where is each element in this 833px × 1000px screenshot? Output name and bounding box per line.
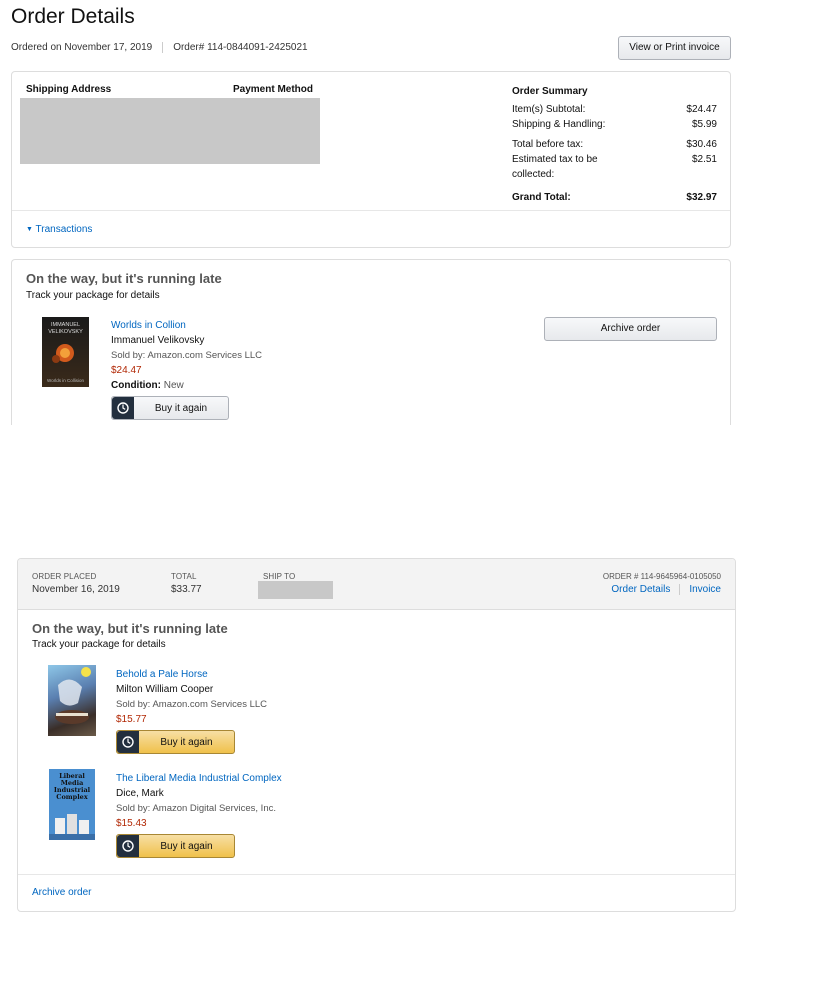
- cover-title-text: Worlds in Collision: [47, 378, 84, 383]
- item-sold-by: Sold by: Amazon.com Services LLC: [111, 350, 263, 361]
- item-price: $24.47: [111, 365, 142, 376]
- order-item-1-details: Behold a Pale Horse Milton William Coope…: [116, 667, 267, 727]
- item-2-title-link[interactable]: The Liberal Media Industrial Complex: [116, 771, 282, 786]
- order-card: ORDER PLACED November 16, 2019 TOTAL $33…: [17, 558, 736, 912]
- item-1-buy-it-again-button[interactable]: Buy it again: [116, 730, 235, 754]
- item-1-author: Milton William Cooper: [116, 684, 214, 695]
- ordered-on-date: Ordered on November 17, 2019: [11, 42, 153, 53]
- cover-author-text: IMMANUEL VELIKOVSKY: [48, 322, 83, 335]
- cover-art: [55, 667, 91, 724]
- order-number-block: ORDER # 114-9645964-0105050 Order Detail…: [603, 572, 721, 595]
- cover-art: [52, 344, 74, 363]
- ship-to-label: SHIP TO: [263, 572, 296, 581]
- order-item-2-details: The Liberal Media Industrial Complex Dic…: [116, 771, 282, 831]
- summary-row-shipping: Shipping & Handling: $5.99: [512, 119, 717, 130]
- book-cover-worlds-in-collision[interactable]: IMMANUEL VELIKOVSKY Worlds in Collision: [42, 317, 89, 387]
- buy-again-icon: [112, 397, 134, 419]
- meta-divider: [162, 42, 164, 53]
- item-title-link[interactable]: Worlds in Collion: [111, 318, 262, 333]
- item-2-price: $15.43: [116, 818, 147, 829]
- buy-again-icon: [117, 835, 139, 857]
- buy-again-label: Buy it again: [160, 736, 213, 748]
- card-footer-divider: [18, 874, 735, 875]
- order-number-label: ORDER # 114-9645964-0105050: [602, 572, 721, 581]
- cover-title-text: Liberal Media Industrial Complex: [53, 772, 91, 801]
- condition-label: Condition:: [111, 380, 161, 391]
- item-1-sold-by: Sold by: Amazon.com Services LLC: [116, 699, 268, 710]
- buy-again-label: Buy it again: [160, 840, 213, 852]
- order-placed-label: ORDER PLACED: [32, 572, 97, 581]
- book-cover-behold-a-pale-horse[interactable]: [48, 665, 96, 736]
- item-2-buy-it-again-button[interactable]: Buy it again: [116, 834, 235, 858]
- order-summary-box: Shipping Address Payment Method Order Su…: [11, 71, 731, 248]
- shipment-status-title: On the way, but it's running late: [26, 271, 222, 286]
- buy-again-label: Buy it again: [154, 402, 208, 414]
- order-status-subtitle: Track your package for details: [32, 639, 166, 650]
- summary-row-tax: Estimated tax to be collected: $2.51: [512, 154, 717, 180]
- chevron-down-icon: ▼: [26, 226, 33, 233]
- buy-again-icon: [117, 731, 139, 753]
- item-2-author: Dice, Mark: [116, 788, 164, 799]
- summary-row-subtotal: Item(s) Subtotal: $24.47: [512, 104, 717, 115]
- cover-art: [49, 814, 95, 840]
- summary-row-before-tax: Total before tax: $30.46: [512, 139, 717, 150]
- order-meta: Ordered on November 17, 2019 Order# 114-…: [11, 42, 308, 53]
- item-1-price: $15.77: [116, 714, 147, 725]
- order-number: Order# 114-0844091-2425021: [173, 42, 308, 53]
- redacted-address-block: [20, 98, 320, 164]
- summary-row-grand-total: Grand Total: $32.97: [512, 192, 717, 203]
- order-summary-label: Order Summary: [512, 86, 588, 97]
- order-summary-table: Order Summary Item(s) Subtotal: $24.47 Sh…: [512, 84, 717, 205]
- item-condition: Condition: New: [111, 378, 262, 393]
- total-label: TOTAL: [171, 572, 197, 581]
- item-author: Immanuel Velikovsky: [111, 335, 205, 346]
- shipment-item-details: Worlds in Collion Immanuel Velikovsky So…: [111, 318, 262, 393]
- page-title: Order Details: [11, 5, 135, 28]
- links-divider: [679, 584, 681, 595]
- order-links: Order Details Invoice: [603, 584, 721, 595]
- total-value: $33.77: [171, 584, 202, 595]
- redacted-ship-to: [258, 581, 333, 599]
- payment-method-label: Payment Method: [233, 84, 314, 95]
- archive-order-link[interactable]: Archive order: [32, 887, 91, 898]
- shipment-box: On the way, but it's running late Track …: [11, 259, 731, 425]
- transactions-link[interactable]: ▼ Transactions: [26, 224, 92, 235]
- summary-divider: [12, 210, 730, 211]
- buy-it-again-button[interactable]: Buy it again: [111, 396, 229, 420]
- order-details-link[interactable]: Order Details: [611, 584, 670, 595]
- order-placed-value: November 16, 2019: [32, 584, 120, 595]
- shipping-address-label: Shipping Address: [26, 84, 112, 95]
- order-status-title: On the way, but it's running late: [32, 621, 228, 636]
- book-cover-liberal-media-industrial-complex[interactable]: Liberal Media Industrial Complex: [49, 769, 95, 840]
- order-card-header: ORDER PLACED November 16, 2019 TOTAL $33…: [18, 559, 735, 610]
- view-print-invoice-button[interactable]: View or Print invoice: [618, 36, 731, 60]
- shipment-status-subtitle: Track your package for details: [26, 290, 160, 301]
- invoice-link[interactable]: Invoice: [689, 584, 721, 595]
- archive-order-button[interactable]: Archive order: [544, 317, 717, 341]
- condition-value: New: [163, 380, 184, 391]
- transactions-label: Transactions: [35, 224, 93, 235]
- item-1-title-link[interactable]: Behold a Pale Horse: [116, 667, 267, 682]
- item-2-sold-by: Sold by: Amazon Digital Services, Inc.: [116, 803, 276, 814]
